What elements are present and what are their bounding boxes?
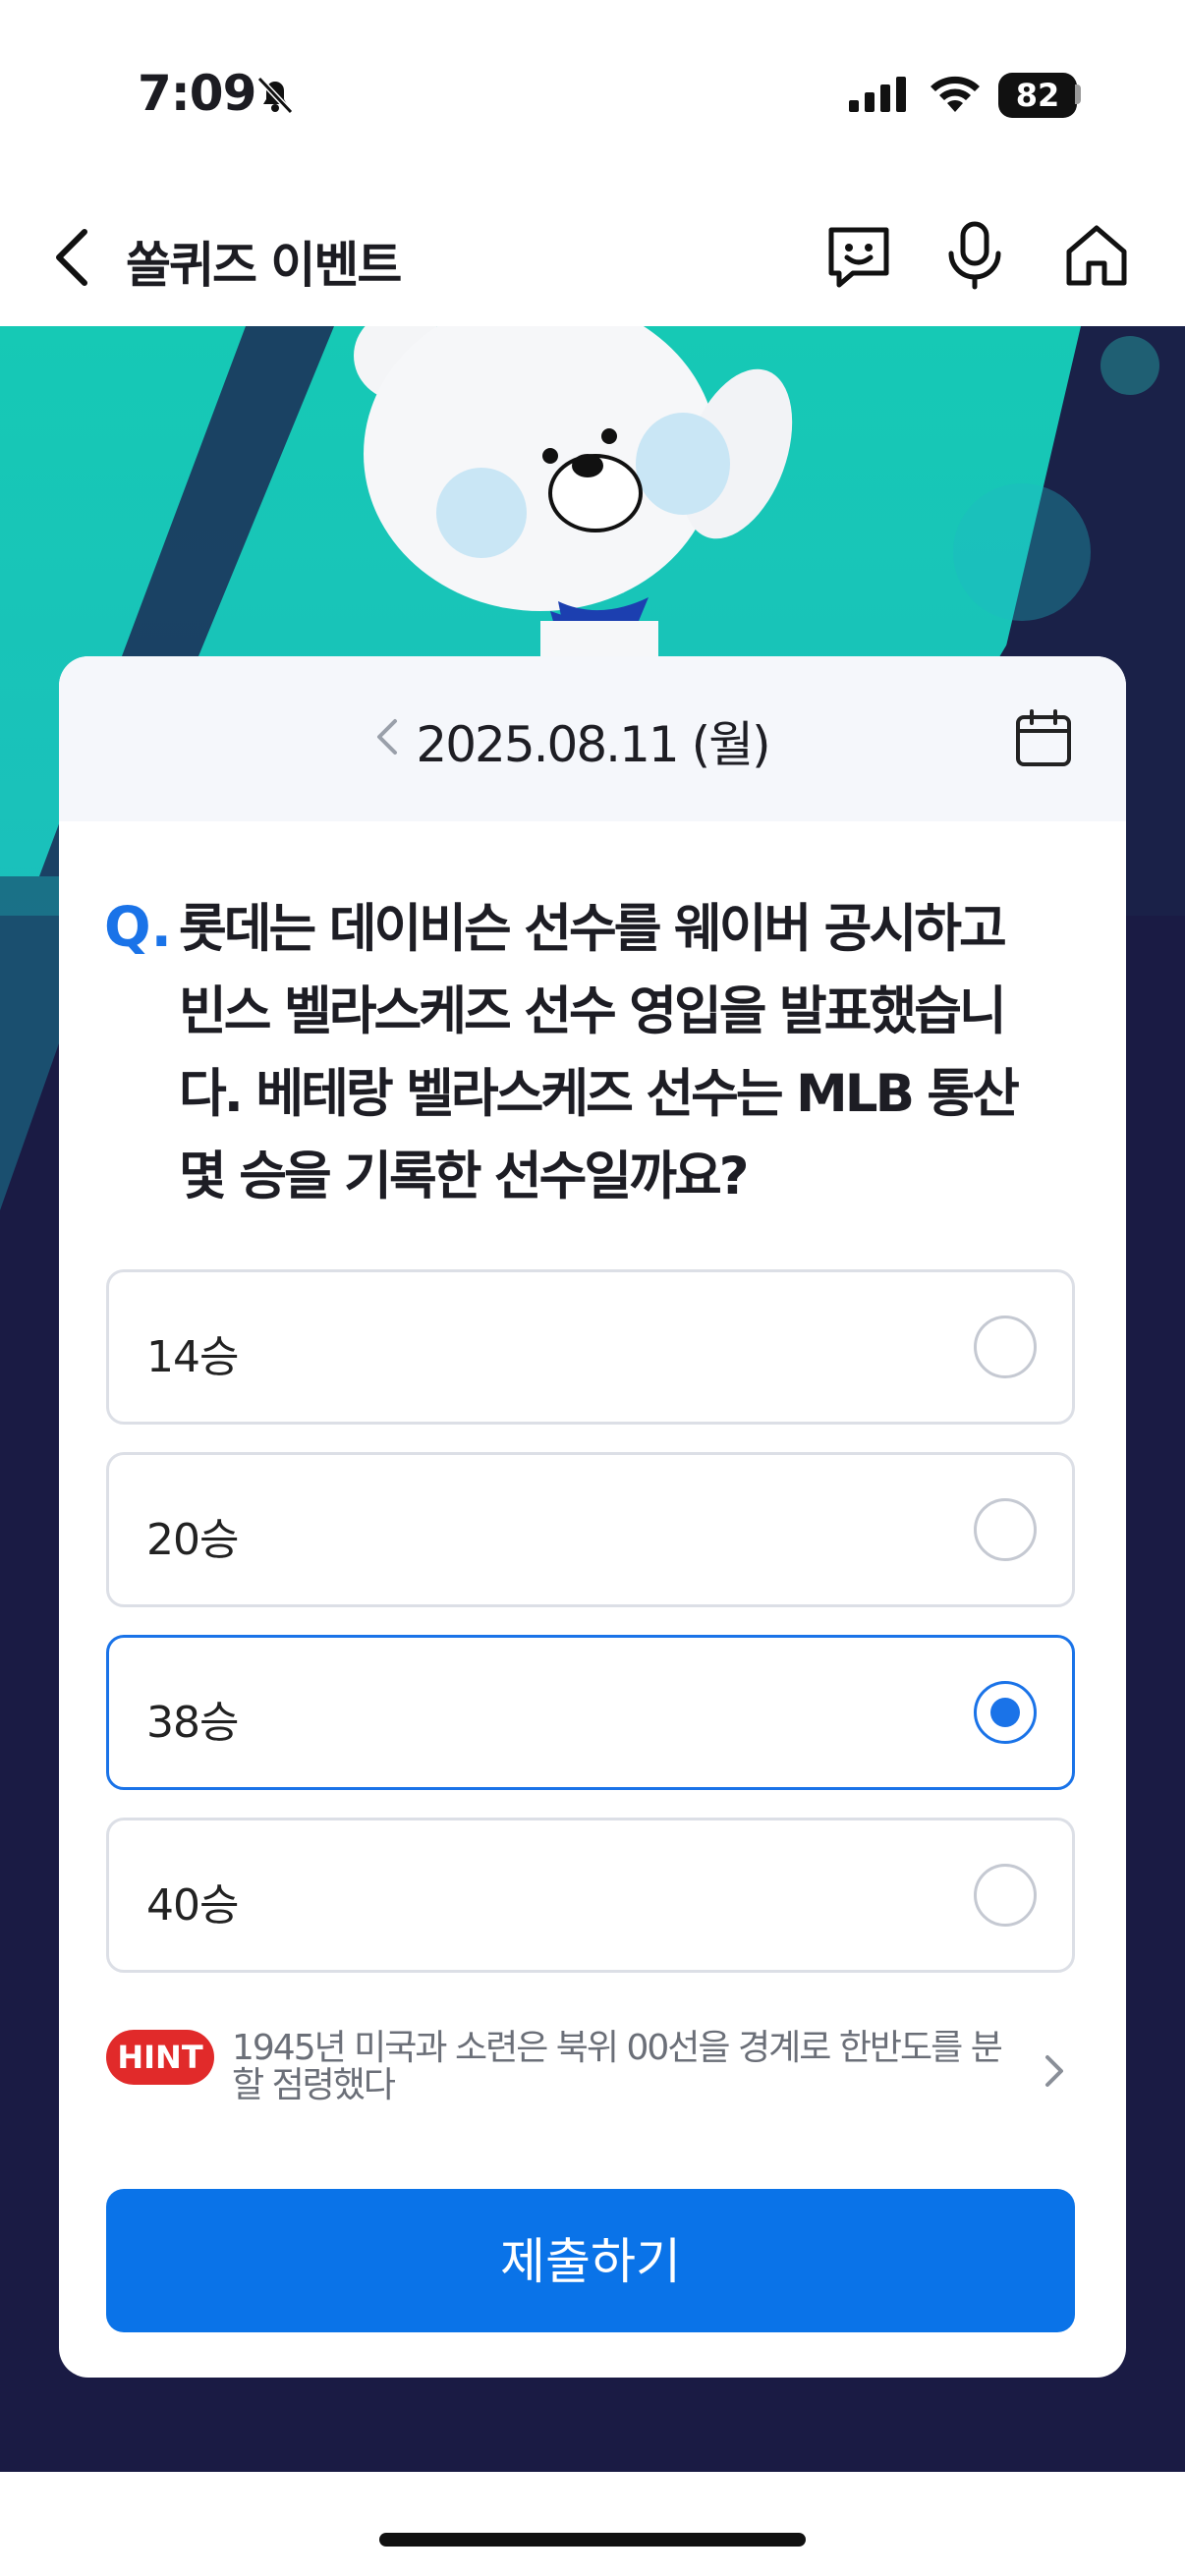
battery-level: 82	[998, 73, 1077, 118]
bear-mascot-illustration	[354, 326, 793, 660]
question-line: 몇 승을 기록한 선수일까요?	[179, 1147, 749, 1206]
answer-label: 14승	[146, 1332, 239, 1382]
submit-button[interactable]: 제출하기	[106, 2189, 1075, 2332]
bell-muted-icon	[256, 76, 294, 115]
bottom-safe-area	[0, 2472, 1185, 2576]
answer-option-38[interactable]: 38승	[106, 1635, 1075, 1790]
radio-button[interactable]	[974, 1498, 1037, 1561]
battery-tip	[1075, 84, 1081, 104]
answer-label: 38승	[146, 1698, 239, 1748]
wifi-icon	[931, 76, 980, 112]
home-indicator[interactable]	[379, 2533, 806, 2547]
answer-option-40[interactable]: 40승	[106, 1818, 1075, 1973]
radio-selected-dot	[990, 1698, 1020, 1727]
answer-option-14[interactable]: 14승	[106, 1269, 1075, 1425]
radio-button[interactable]	[974, 1316, 1037, 1378]
question-line: 롯데는 데이비슨 선수를 웨이버 공시하고	[179, 899, 1007, 959]
hint-text-line: 할 점령했다	[232, 2065, 396, 2105]
answer-label: 20승	[146, 1515, 239, 1565]
question-text: 롯데는 데이비슨 선수를 웨이버 공시하고 빈스 벨라스케즈 선수 영입을 발표…	[179, 888, 1122, 1218]
status-bar: 7:09 82	[0, 0, 1185, 187]
status-time: 7:09	[138, 65, 256, 122]
hint-text-line: 1945년 미국과 소련은 북위 00선을 경계로 한반도를 분	[232, 2028, 1003, 2068]
microphone-icon[interactable]	[943, 220, 1006, 291]
quiz-card: 2025.08.11 (월) Q. 롯데는 데이비슨 선수를 웨이버 공시하고 …	[59, 656, 1126, 2378]
date-header: 2025.08.11 (월)	[59, 656, 1126, 821]
answer-label: 40승	[146, 1880, 239, 1931]
question-line: 빈스 벨라스케즈 선수 영입을 발표했습니	[179, 981, 1007, 1041]
cellular-signal-icon	[849, 77, 906, 112]
calendar-icon[interactable]	[1012, 707, 1075, 770]
hint-badge: HINT	[106, 2030, 214, 2085]
answer-option-20[interactable]: 20승	[106, 1452, 1075, 1607]
radio-button[interactable]	[974, 1864, 1037, 1927]
back-arrow-icon[interactable]	[51, 226, 94, 289]
hint-link[interactable]: 1945년 미국과 소련은 북위 00선을 경계로 한반도를 분 할 점령했다	[232, 2030, 1047, 2104]
quiz-date: 2025.08.11 (월)	[416, 716, 770, 773]
page-title: 쏠퀴즈 이벤트	[126, 237, 402, 294]
nav-bar: 쏠퀴즈 이벤트	[0, 187, 1185, 326]
chatbot-face-icon[interactable]	[823, 220, 894, 291]
home-icon[interactable]	[1061, 220, 1132, 291]
chevron-right-icon[interactable]	[1040, 2049, 1067, 2093]
radio-button-selected[interactable]	[974, 1681, 1037, 1744]
question-line: 다. 베테랑 벨라스케즈 선수는 MLB 통산	[179, 1064, 1020, 1124]
question-prefix: Q.	[104, 896, 172, 960]
